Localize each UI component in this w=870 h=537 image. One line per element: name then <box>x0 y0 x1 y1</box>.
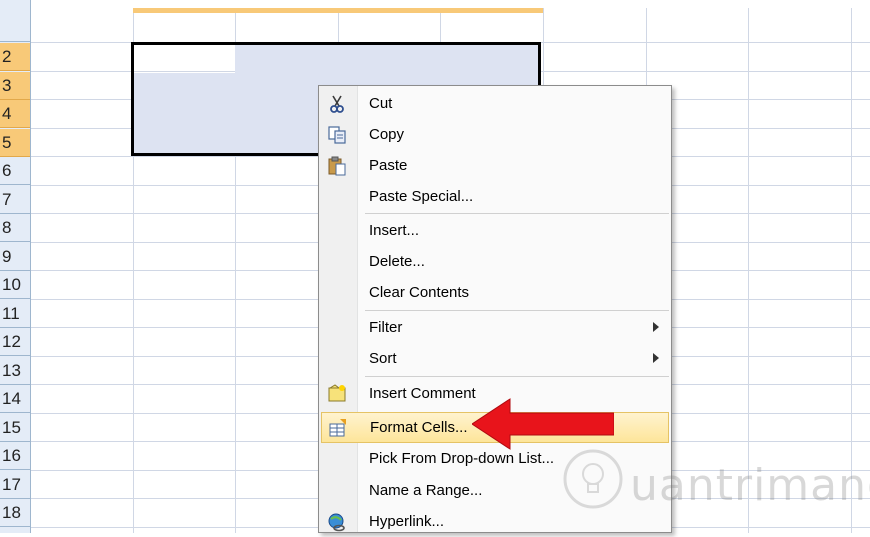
row-header[interactable]: 2 <box>0 43 30 71</box>
scissors-icon <box>327 94 347 114</box>
row-header-1[interactable] <box>0 14 30 42</box>
menu-item-label: Insert... <box>369 222 420 239</box>
hyperlink-icon <box>327 512 347 532</box>
row-header[interactable]: 14 <box>0 385 30 413</box>
menu-item-label: Filter <box>369 319 403 336</box>
row-header[interactable]: 3 <box>0 71 30 100</box>
row-header[interactable]: 7 <box>0 186 30 214</box>
format-cells-icon <box>328 418 348 438</box>
red-arrow-icon <box>472 398 614 450</box>
menu-separator <box>365 213 669 214</box>
row-header[interactable]: 9 <box>0 243 30 271</box>
menu-item-label: Cut <box>369 95 393 112</box>
menu-item-cut[interactable]: Cut <box>319 89 671 119</box>
menu-item-filter[interactable]: Filter <box>319 313 671 343</box>
menu-item-paste[interactable]: Paste <box>319 151 671 181</box>
menu-item-sort[interactable]: Sort <box>319 344 671 374</box>
comment-icon <box>327 384 347 404</box>
copy-icon <box>327 125 347 145</box>
menu-item-label: Hyperlink... <box>369 513 445 530</box>
row-header[interactable]: 4 <box>0 100 30 128</box>
menu-item-label: Insert Comment <box>369 385 476 402</box>
watermark-text: uantrimang <box>630 460 870 511</box>
row-header[interactable]: 16 <box>0 442 30 470</box>
row-header[interactable]: 13 <box>0 357 30 385</box>
menu-item-copy[interactable]: Copy <box>319 120 671 150</box>
menu-item-label: Delete... <box>369 253 425 270</box>
menu-item-insert[interactable]: Insert... <box>319 216 671 246</box>
menu-item-label: Format Cells... <box>370 419 468 436</box>
submenu-arrow-icon <box>653 353 659 363</box>
row-header[interactable]: 17 <box>0 471 30 499</box>
row-header[interactable]: 10 <box>0 271 30 299</box>
row-header[interactable]: 15 <box>0 414 30 442</box>
submenu-arrow-icon <box>653 322 659 332</box>
selected-column-headers[interactable] <box>133 8 543 13</box>
column-header-edge <box>0 0 870 8</box>
menu-item-label: Paste <box>369 157 408 174</box>
menu-separator <box>365 376 669 377</box>
row-header[interactable]: 18 <box>0 499 30 527</box>
row-header-column: 2 3 4 5 6 7 8 9 10 11 12 13 14 15 16 17 18 <box>0 0 31 533</box>
menu-item-label: Clear Contents <box>369 284 470 301</box>
row-header[interactable]: 12 <box>0 328 30 356</box>
menu-item-clear-contents[interactable]: Clear Contents <box>319 278 671 308</box>
row-header[interactable]: 5 <box>0 128 30 157</box>
menu-item-delete[interactable]: Delete... <box>319 247 671 277</box>
watermark: uantrimang <box>560 448 870 528</box>
menu-item-label: Copy <box>369 126 405 143</box>
menu-item-paste-special[interactable]: Paste Special... <box>319 182 671 212</box>
menu-separator <box>365 310 669 311</box>
paste-icon <box>327 156 347 176</box>
row-header[interactable]: 11 <box>0 300 30 328</box>
row-header[interactable]: 6 <box>0 157 30 185</box>
menu-item-label: Paste Special... <box>369 188 474 205</box>
menu-item-label: Name a Range... <box>369 482 483 499</box>
menu-item-label: Sort <box>369 350 397 367</box>
row-header[interactable]: 8 <box>0 214 30 242</box>
lightbulb-icon <box>563 449 623 509</box>
